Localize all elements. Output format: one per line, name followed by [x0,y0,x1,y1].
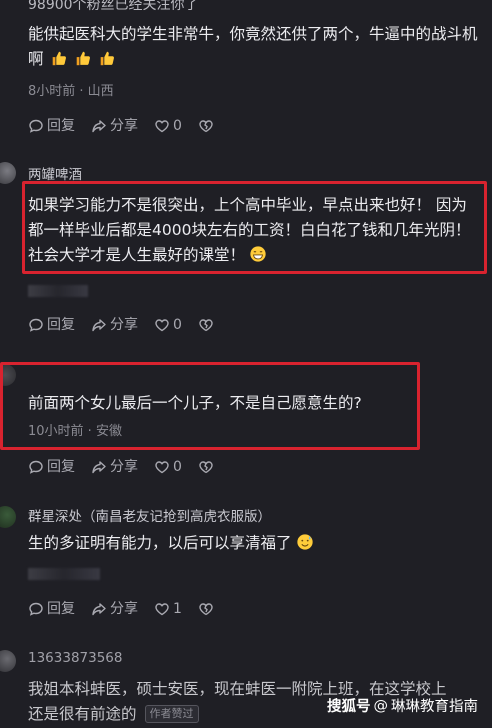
share-icon [92,603,106,616]
comment-meta: 8小时前 · 山西 [28,84,114,99]
heart-icon [155,461,169,474]
heart-icon [155,603,169,616]
comment-actions: 回复 分享 0 [28,317,233,333]
dislike-button[interactable] [198,601,217,617]
reply-button[interactable]: 回复 [28,317,75,333]
comment-username[interactable]: 群星深处（南昌老友记抢到高虎衣服版） [28,505,271,525]
watermark-source: 搜狐号 [327,699,371,715]
avatar[interactable] [0,650,16,672]
broken-heart-icon [199,461,213,474]
share-icon [92,120,106,133]
comment-actions: 回复 分享 0 [28,459,233,475]
comment-actions: 回复 分享 0 [28,118,233,134]
broken-heart-icon [199,319,213,332]
comment-username[interactable]: 两罐啤酒 [28,163,82,183]
heart-icon [155,319,169,332]
watermark-separator: @ [373,697,389,714]
like-button[interactable]: 1 [154,601,182,617]
reply-button[interactable]: 回复 [28,118,75,134]
reply-icon [29,318,43,332]
share-button[interactable]: 分享 [91,459,138,475]
blurred-meta [28,285,88,297]
avatar[interactable] [0,162,16,184]
heart-icon [155,120,169,133]
like-button[interactable]: 0 [154,459,182,475]
blurred-meta [28,568,100,580]
top-partial-notice: 98900个粉丝已经关注你了 [28,0,199,13]
comment-text: 能供起医科大的学生非常牛，你竟然还供了两个，牛逼中的战斗机啊 [28,25,478,68]
reply-icon [29,602,43,616]
broken-heart-icon [199,603,213,616]
dislike-button[interactable] [198,317,217,333]
highlight-box [22,181,487,274]
share-icon [92,461,106,474]
like-button[interactable]: 0 [154,317,182,333]
comment-actions: 回复 分享 1 [28,601,233,617]
broken-heart-icon [199,120,213,133]
share-button[interactable]: 分享 [91,317,138,333]
dislike-button[interactable] [198,118,217,134]
dislike-button[interactable] [198,459,217,475]
share-button[interactable]: 分享 [91,601,138,617]
comment-text: 生的多证明有能力，以后可以享清福了 [28,531,478,556]
sweat-smile-emoji-icon [292,534,314,552]
comment-username[interactable]: 13633873568 [28,650,122,666]
like-button[interactable]: 0 [154,118,182,134]
share-icon [92,319,106,332]
reply-icon [29,119,43,133]
share-button[interactable]: 分享 [91,118,138,134]
author-liked-badge: 作者赞过 [144,705,199,723]
highlight-box [0,362,420,450]
reply-button[interactable]: 回复 [28,459,75,475]
avatar[interactable] [0,506,16,528]
watermark: 搜狐号 @ 琳琳教育指南 [327,695,478,716]
thumbs-up-icon [44,50,116,68]
reply-button[interactable]: 回复 [28,601,75,617]
watermark-account: 琳琳教育指南 [391,699,478,715]
reply-icon [29,460,43,474]
